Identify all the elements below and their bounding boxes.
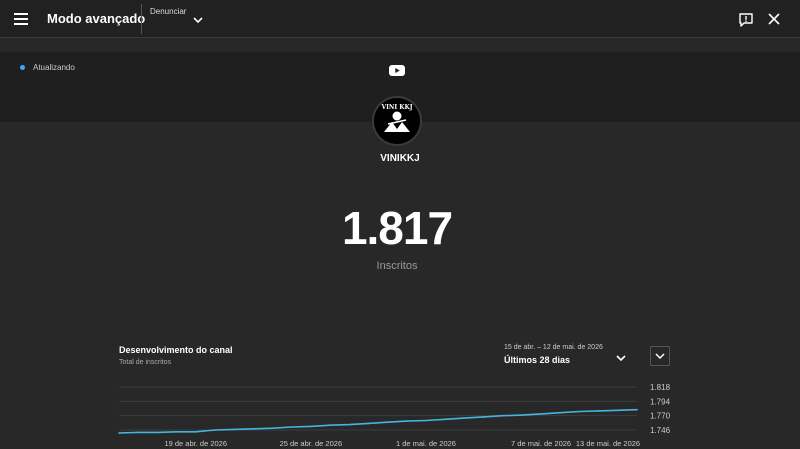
y-tick-label: 1.746 bbox=[650, 426, 671, 435]
data-point bbox=[386, 421, 389, 424]
status-dot bbox=[20, 65, 25, 70]
data-point bbox=[348, 423, 351, 426]
data-point bbox=[636, 408, 638, 411]
subscriber-count: 1.817 bbox=[341, 202, 453, 254]
subscriber-chart: 1.818 1.794 1.770 1.746 19 de abr. de 2026 25… bbox=[118, 383, 671, 448]
status-text: Atualizando bbox=[33, 63, 75, 72]
data-point bbox=[405, 420, 408, 422]
data-point bbox=[310, 425, 312, 428]
data-point bbox=[233, 428, 235, 431]
data-point bbox=[597, 410, 600, 412]
subscriber-line bbox=[118, 408, 638, 434]
data-point bbox=[329, 424, 331, 427]
data-point bbox=[463, 417, 466, 419]
chevron-down-icon[interactable] bbox=[192, 12, 204, 24]
data-point bbox=[252, 428, 255, 430]
top-bar: Modo avançado Denunciar bbox=[0, 0, 800, 38]
subscriber-label: Inscritos bbox=[376, 260, 418, 272]
y-tick-label: 1.818 bbox=[650, 383, 671, 392]
x-tick-label: 7 de mai. de 2026 bbox=[511, 439, 571, 448]
data-point bbox=[501, 414, 504, 417]
data-point bbox=[194, 431, 197, 433]
data-point bbox=[617, 409, 619, 412]
data-point bbox=[444, 418, 446, 421]
data-point bbox=[137, 431, 139, 434]
expand-chart-button[interactable] bbox=[650, 346, 670, 366]
y-tick-label: 1.770 bbox=[650, 412, 671, 421]
data-point bbox=[540, 413, 542, 415]
period-selector[interactable]: Últimos 28 dias bbox=[504, 355, 570, 365]
data-point bbox=[175, 431, 178, 433]
avatar-text: VINI KKJ bbox=[380, 104, 412, 111]
report-label[interactable]: Denunciar bbox=[150, 7, 186, 16]
date-range: 15 de abr. – 12 de mai. de 2026 bbox=[504, 344, 603, 351]
chart-subtitle: Total de inscritos bbox=[119, 359, 172, 366]
data-point bbox=[482, 416, 485, 418]
chart-title: Desenvolvimento do canal bbox=[119, 345, 233, 355]
data-point bbox=[425, 419, 427, 422]
youtube-icon[interactable] bbox=[389, 63, 405, 76]
y-tick-label: 1.794 bbox=[650, 397, 671, 406]
close-icon[interactable] bbox=[767, 12, 781, 26]
x-tick-label: 19 de abr. de 2026 bbox=[164, 439, 227, 448]
data-point bbox=[559, 411, 562, 414]
divider bbox=[141, 4, 142, 34]
x-tick-label: 1 de mai. de 2026 bbox=[396, 439, 456, 448]
menu-icon[interactable] bbox=[14, 12, 30, 26]
channel-avatar[interactable]: VINI KKJ bbox=[372, 96, 422, 146]
chevron-down-icon[interactable] bbox=[615, 350, 627, 362]
x-tick-label: 25 de abr. de 2026 bbox=[280, 439, 343, 448]
data-point bbox=[271, 427, 274, 430]
channel-name: VINIKKJ bbox=[380, 153, 420, 164]
feedback-icon[interactable] bbox=[738, 12, 754, 28]
data-point bbox=[156, 431, 159, 434]
data-point bbox=[290, 426, 293, 428]
data-point bbox=[118, 432, 120, 434]
x-tick-label: 13 de mai. de 2026 bbox=[576, 439, 640, 448]
data-point bbox=[578, 410, 581, 413]
data-point bbox=[367, 422, 370, 425]
data-point bbox=[214, 429, 216, 431]
app-title: Modo avançado bbox=[47, 11, 146, 26]
data-point bbox=[521, 414, 523, 416]
